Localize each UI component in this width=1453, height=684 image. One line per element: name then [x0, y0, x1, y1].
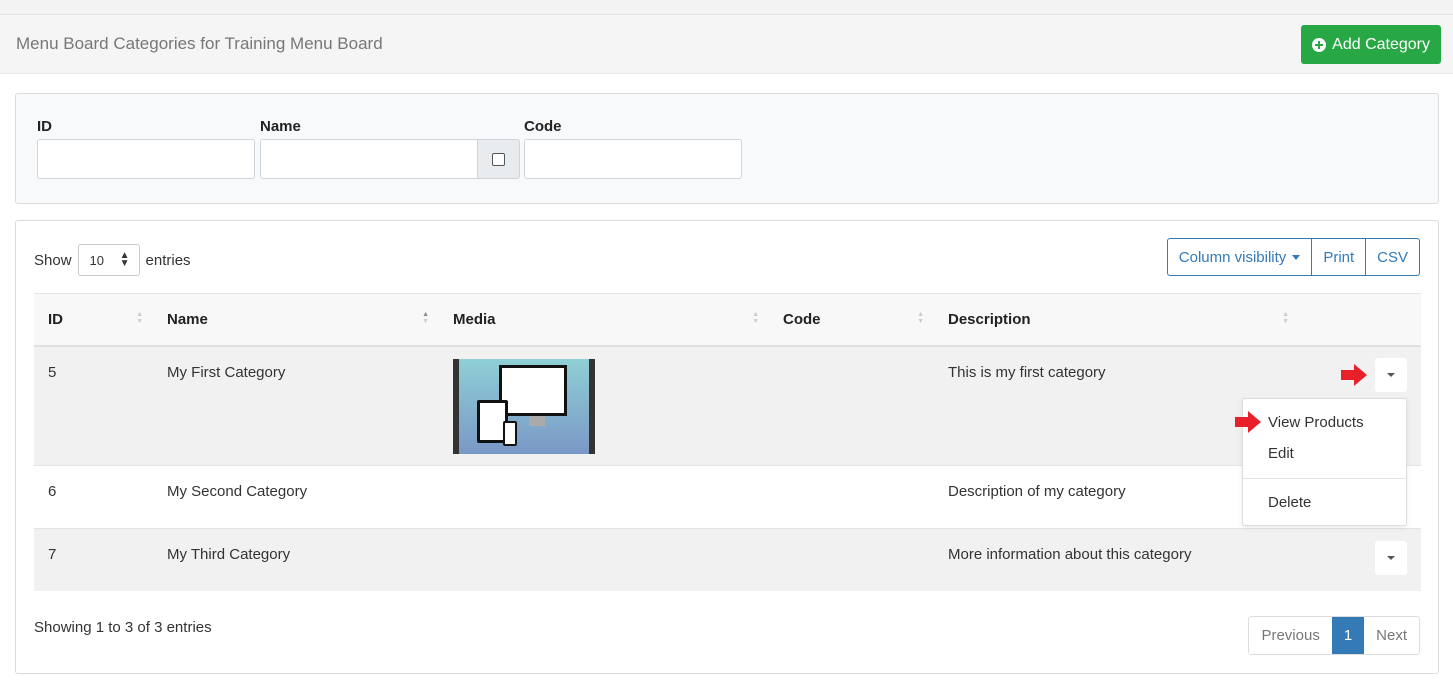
code-filter-label: Code: [524, 118, 562, 135]
sort-icon: ▲ ▼: [136, 311, 143, 325]
add-category-button[interactable]: Add Category: [1301, 25, 1441, 64]
print-label: Print: [1323, 248, 1355, 266]
categories-table: ID ▲ ▼ Name ▲ ▼ Media ▲ ▼ Code ▲ ▼ Description ▲ ▼…: [34, 293, 1421, 591]
csv-button[interactable]: CSV: [1366, 238, 1420, 276]
id-filter-input[interactable]: [37, 139, 255, 179]
column-header-label: Name: [167, 310, 208, 328]
entries-label: entries: [145, 251, 191, 269]
id-filter-label: ID: [37, 118, 52, 135]
sort-icon: ▲ ▼: [1282, 311, 1289, 325]
page-length-select[interactable]: 10 ▲ ▼: [77, 244, 140, 276]
table-info: Showing 1 to 3 of 3 entries: [34, 619, 212, 636]
sort-asc-icon: ▲ ▼: [422, 311, 429, 325]
cell-id: 6: [34, 465, 153, 529]
page-header: Menu Board Categories for Training Menu …: [0, 15, 1453, 74]
name-filter-input[interactable]: [260, 139, 478, 179]
csv-label: CSV: [1377, 248, 1408, 266]
caret-down-icon: [1387, 373, 1395, 377]
previous-page-button[interactable]: Previous: [1249, 617, 1332, 654]
column-visibility-button[interactable]: Column visibility: [1166, 238, 1313, 276]
add-category-label: Add Category: [1332, 35, 1430, 53]
cell-id: 5: [34, 345, 153, 466]
annotation-arrow-icon: [1235, 411, 1261, 433]
select-arrows-icon: ▲ ▼: [119, 250, 130, 269]
column-header-name[interactable]: Name ▲ ▼: [153, 293, 439, 347]
menu-divider: [1243, 478, 1406, 479]
monitor-graphic: [499, 364, 567, 416]
row-actions-toggle[interactable]: [1375, 358, 1407, 392]
annotation-arrow-icon: [1341, 364, 1367, 386]
cell-code: [769, 345, 934, 466]
row-actions-toggle[interactable]: [1375, 541, 1407, 575]
page-length-value: 10: [89, 252, 104, 268]
cell-description: More information about this category: [934, 528, 1299, 591]
code-filter-input[interactable]: [524, 139, 742, 179]
column-visibility-label: Column visibility: [1178, 248, 1287, 266]
column-header-label: Description: [948, 310, 1031, 328]
table-row: 6 My Second Category Description of my c…: [34, 465, 1421, 529]
cell-name: My First Category: [153, 345, 439, 466]
show-label: Show: [34, 251, 72, 269]
menu-item-delete[interactable]: Delete: [1268, 494, 1311, 511]
column-header-label: Media: [453, 310, 496, 328]
menu-item-view-products[interactable]: View Products: [1268, 414, 1364, 431]
name-exact-checkbox[interactable]: [492, 152, 505, 166]
column-header-media[interactable]: Media ▲ ▼: [439, 293, 769, 347]
column-header-id[interactable]: ID ▲ ▼: [34, 293, 153, 347]
media-thumbnail: [453, 358, 595, 454]
cell-name: My Third Category: [153, 528, 439, 591]
cell-id: 7: [34, 528, 153, 591]
phone-graphic: [503, 420, 517, 446]
cell-media: [439, 345, 769, 466]
pagination: Previous 1 Next: [1248, 616, 1420, 655]
sort-icon: ▲ ▼: [752, 311, 759, 325]
column-header-description[interactable]: Description ▲ ▼: [934, 293, 1299, 347]
table-row: 7 My Third Category More information abo…: [34, 528, 1421, 591]
cell-code: [769, 528, 934, 591]
print-button[interactable]: Print: [1312, 238, 1367, 276]
column-header-actions: [1299, 293, 1421, 347]
export-button-group: Column visibility Print CSV: [1166, 238, 1420, 276]
column-header-code[interactable]: Code ▲ ▼: [769, 293, 934, 347]
row-actions-menu: View Products Edit Delete: [1242, 398, 1407, 526]
page-1-button[interactable]: 1: [1331, 617, 1365, 654]
cell-code: [769, 465, 934, 529]
top-strip: [0, 0, 1453, 15]
name-filter-addon: [478, 139, 520, 179]
plus-circle-icon: [1312, 37, 1327, 52]
cell-media: [439, 465, 769, 529]
filter-panel: ID Name Code: [15, 93, 1439, 204]
column-header-label: ID: [48, 310, 63, 328]
page-title: Menu Board Categories for Training Menu …: [16, 34, 383, 53]
table-card: Show 10 ▲ ▼ entries Column visibility Pri…: [15, 220, 1439, 674]
sort-icon: ▲ ▼: [917, 311, 924, 325]
name-filter-label: Name: [260, 118, 301, 135]
page-length-control: Show 10 ▲ ▼ entries: [34, 244, 191, 276]
column-header-label: Code: [783, 310, 821, 328]
cell-name: My Second Category: [153, 465, 439, 529]
next-page-button[interactable]: Next: [1364, 617, 1419, 654]
caret-down-icon: [1292, 254, 1301, 260]
table-row: 5 My First Category This is my first cat…: [34, 345, 1421, 466]
menu-item-edit[interactable]: Edit: [1268, 445, 1294, 462]
caret-down-icon: [1387, 556, 1395, 560]
cell-media: [439, 528, 769, 591]
monitor-stand-graphic: [529, 415, 545, 426]
